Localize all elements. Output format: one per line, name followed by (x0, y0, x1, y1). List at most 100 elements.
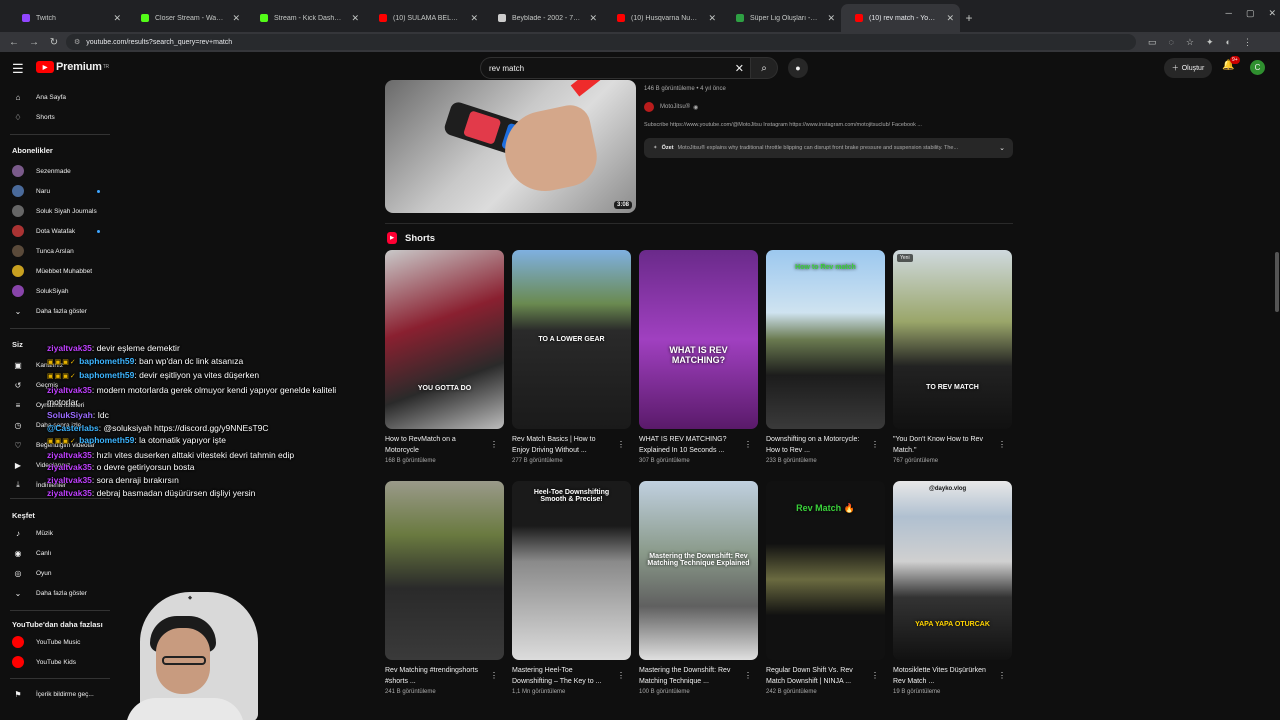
create-button[interactable]: ＋ Oluştur (1164, 58, 1212, 78)
short-thumbnail[interactable]: YOU GOTTA DO (385, 250, 504, 429)
short-card[interactable]: TO A LOWER GEAR Rev Match Basics | How to… (512, 250, 631, 464)
page-scrollbar[interactable] (1274, 52, 1280, 720)
more-options-icon[interactable]: ⋮ (744, 440, 752, 449)
clear-search-icon[interactable]: ✕ (735, 62, 744, 75)
chat-message: ziyaltvak35: modern motorlarda gerek olm… (47, 384, 337, 408)
new-tab-icon[interactable]: + (960, 4, 978, 32)
forward-icon[interactable]: → (26, 37, 42, 48)
summary-box[interactable]: ✦ Özet MotoJitsu® explains why tradition… (644, 138, 1013, 158)
subscriptions-header[interactable]: Abonelikler (12, 146, 53, 155)
browser-tab[interactable]: Süper Lig Oluşları - Tier List, Kü ✕ (722, 4, 841, 32)
sidebar-item-youtube-app[interactable]: YouTube Music (0, 633, 118, 651)
browser-menu-icon[interactable]: ⋮ (1243, 37, 1252, 48)
short-card[interactable]: How to Rev match Downshifting on a Motorc… (766, 250, 885, 464)
scrollbar-thumb[interactable] (1275, 252, 1279, 312)
short-card[interactable]: YOU GOTTA DO How to RevMatch on a Motorcy… (385, 250, 504, 464)
short-card[interactable]: Mastering the Downshift: Rev Matching Te… (639, 481, 758, 695)
short-card[interactable]: YAPA YAPA OTURCAK @dayko.vlog Motosiklette… (893, 481, 1012, 695)
sidebar-item-show-more[interactable]: ⌄ Daha fazla göster (0, 302, 118, 320)
tab-close-icon[interactable]: ✕ (351, 13, 359, 24)
more-options-icon[interactable]: ⋮ (744, 671, 752, 680)
more-options-icon[interactable]: ⋮ (871, 671, 879, 680)
tab-close-icon[interactable]: ✕ (708, 13, 716, 24)
tab-close-icon[interactable]: ✕ (113, 13, 121, 24)
browser-tab[interactable]: (10) rev match - YouTube ✕ (841, 4, 960, 32)
more-options-icon[interactable]: ⋮ (871, 440, 879, 449)
more-options-icon[interactable]: ⋮ (490, 440, 498, 449)
url-field[interactable]: ⚙ youtube.com/results?search_query=rev+m… (66, 34, 1136, 50)
more-options-icon[interactable]: ⋮ (490, 671, 498, 680)
search-input[interactable]: rev match ✕ (480, 57, 750, 79)
short-thumbnail[interactable]: TO REV MATCH Yeni (893, 250, 1012, 429)
close-window-icon[interactable]: ✕ (1268, 8, 1276, 19)
more-options-icon[interactable]: ⋮ (998, 440, 1006, 449)
sidebar-item-report[interactable]: ⚑ İçerik bildirme geç... (0, 685, 118, 703)
browser-tab[interactable]: Closer Stream - Watch Live on Kick ✕ (127, 4, 246, 32)
more-options-icon[interactable]: ⋮ (998, 671, 1006, 680)
short-card[interactable]: Heel-Toe Downshifting Smooth & Precise! M… (512, 481, 631, 695)
sidebar-item-shorts[interactable]: ♢ Shorts (0, 108, 118, 126)
tab-close-icon[interactable]: ✕ (589, 13, 597, 24)
short-thumbnail[interactable]: TO A LOWER GEAR (512, 250, 631, 429)
tab-close-icon[interactable]: ✕ (470, 13, 478, 24)
short-thumbnail[interactable] (385, 481, 504, 660)
search-button[interactable]: ⌕ (750, 57, 778, 79)
browser-tab[interactable]: Twitch ✕ (8, 4, 127, 32)
browser-tab[interactable]: Beyblade - 2002 - 7. Bölüm ✕ (484, 4, 603, 32)
extensions-icon[interactable]: ✦ (1206, 37, 1214, 48)
short-thumbnail[interactable]: Rev Match 🔥 (766, 481, 885, 660)
sidebar-item-explore[interactable]: ◉ Canlı (0, 544, 118, 562)
eye-off-icon[interactable]: ◌ (1169, 37, 1174, 48)
more-from-youtube-header[interactable]: YouTube'dan daha fazlası (12, 620, 103, 629)
cast-icon[interactable]: ▭ (1148, 37, 1157, 48)
sidebar-item-explore[interactable]: ◎ Oyun (0, 564, 118, 582)
notifications-button[interactable]: 🔔 9+ (1222, 56, 1240, 71)
explore-header[interactable]: Keşfet (12, 511, 35, 520)
sidebar-item-subscription[interactable]: Sezenmade (0, 162, 118, 180)
short-card[interactable]: Rev Match 🔥 Regular Down Shift Vs. Rev Ma… (766, 481, 885, 695)
tab-close-icon[interactable]: ✕ (232, 13, 240, 24)
sidebar-item-show-more[interactable]: ⌄ Daha fazla göster (0, 584, 118, 602)
site-info-icon[interactable]: ⚙ (74, 38, 80, 46)
sidebar-item-youtube-app[interactable]: YouTube Kids (0, 653, 118, 671)
minimize-icon[interactable]: ─ (1226, 8, 1232, 19)
short-card[interactable]: WHAT IS REV MATCHING? WHAT IS REV MATCHIN… (639, 250, 758, 464)
sidebar-item-home[interactable]: ⌂ Ana Sayfa (0, 88, 118, 106)
more-options-icon[interactable]: ⋮ (617, 671, 625, 680)
hamburger-menu-icon[interactable]: ☰ (12, 61, 24, 77)
tab-close-icon[interactable]: ✕ (827, 13, 835, 24)
you-header[interactable]: Siz (12, 340, 23, 349)
browser-tab[interactable]: (10) SULAMA BELASI | SSriders ✕ (365, 4, 484, 32)
tab-close-icon[interactable]: ✕ (946, 13, 954, 24)
short-thumbnail[interactable]: How to Rev match (766, 250, 885, 429)
short-thumbnail[interactable]: Mastering the Downshift: Rev Matching Te… (639, 481, 758, 660)
sidebar-item-subscription[interactable]: SolukSiyah (0, 282, 118, 300)
reload-icon[interactable]: ↻ (46, 37, 62, 48)
short-thumbnail[interactable]: Heel-Toe Downshifting Smooth & Precise! (512, 481, 631, 660)
browser-tab[interactable]: (10) Husqvarna Nuda 900 R sa ✕ (603, 4, 722, 32)
avatar[interactable]: C (1250, 60, 1265, 75)
sidebar-item-subscription[interactable]: Naru (0, 182, 118, 200)
sidebar-item-subscription[interactable]: Müebbet Muhabbet (0, 262, 118, 280)
short-card[interactable]: Rev Matching #trendingshorts #shorts ...… (385, 481, 504, 695)
chevron-down-icon[interactable]: ⌄ (999, 144, 1005, 152)
short-thumbnail[interactable]: WHAT IS REV MATCHING? (639, 250, 758, 429)
more-options-icon[interactable]: ⋮ (617, 440, 625, 449)
short-card[interactable]: TO REV MATCH Yeni "You Don't Know How to R… (893, 250, 1012, 464)
sidebar-item-subscription[interactable]: Dota Watafak (0, 222, 118, 240)
voice-search-button[interactable]: ● (788, 58, 808, 78)
youtube-logo[interactable]: ▶ Premium TR (36, 61, 109, 73)
short-thumbnail[interactable]: YAPA YAPA OTURCAK @dayko.vlog (893, 481, 1012, 660)
sidebar-item-subscription[interactable]: Soluk Siyah Journals (0, 202, 118, 220)
browser-tab[interactable]: Stream - Kick Dashboard ✕ (246, 4, 365, 32)
short-views: 277 B görüntüleme (512, 458, 563, 464)
bookmark-star-icon[interactable]: ☆ (1186, 37, 1194, 48)
sidebar-item-subscription[interactable]: Tunca Arslan (0, 242, 118, 260)
back-icon[interactable]: ← (6, 37, 22, 48)
profile-icon[interactable]: ◐ (1226, 37, 1231, 48)
video-thumbnail[interactable]: 3:08 (385, 80, 636, 213)
sidebar-item-explore[interactable]: ♪ Müzik (0, 524, 118, 542)
channel-link[interactable]: MotoJitsu® ◉ (644, 102, 698, 112)
maximize-icon[interactable]: ▢ (1246, 8, 1255, 19)
chat-text: devir eşleme demektir (96, 343, 180, 353)
